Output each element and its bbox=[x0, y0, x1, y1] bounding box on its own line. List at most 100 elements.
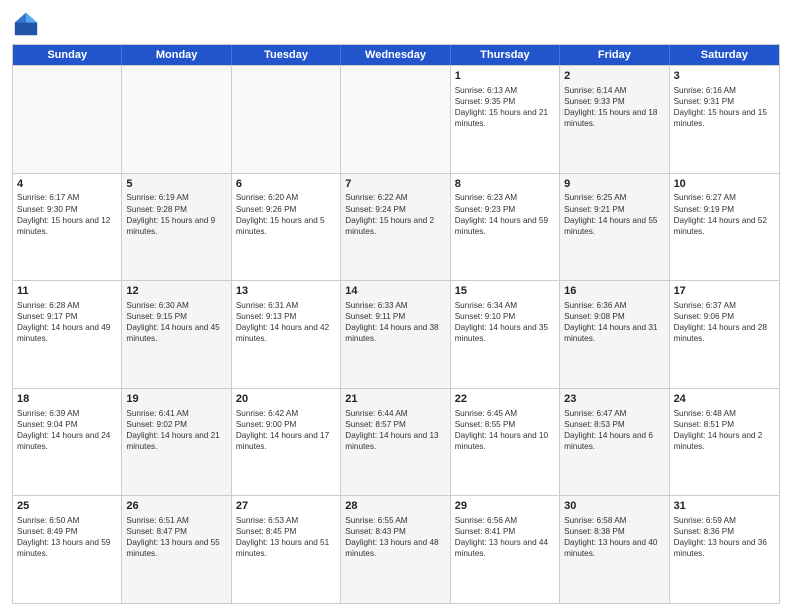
day-number: 7 bbox=[345, 177, 445, 192]
cal-cell bbox=[13, 66, 122, 173]
cal-cell: 27Sunrise: 6:53 AMSunset: 8:45 PMDayligh… bbox=[232, 496, 341, 603]
header-day-friday: Friday bbox=[560, 45, 669, 65]
cell-info: Sunrise: 6:28 AMSunset: 9:17 PMDaylight:… bbox=[17, 300, 117, 344]
cal-cell: 17Sunrise: 6:37 AMSunset: 9:06 PMDayligh… bbox=[670, 281, 779, 388]
day-number: 26 bbox=[126, 499, 226, 514]
cell-info: Sunrise: 6:23 AMSunset: 9:23 PMDaylight:… bbox=[455, 192, 555, 236]
cell-info: Sunrise: 6:55 AMSunset: 8:43 PMDaylight:… bbox=[345, 515, 445, 559]
cal-cell: 23Sunrise: 6:47 AMSunset: 8:53 PMDayligh… bbox=[560, 389, 669, 496]
week-row-5: 25Sunrise: 6:50 AMSunset: 8:49 PMDayligh… bbox=[13, 495, 779, 603]
cal-cell bbox=[122, 66, 231, 173]
cal-cell: 4Sunrise: 6:17 AMSunset: 9:30 PMDaylight… bbox=[13, 174, 122, 281]
day-number: 14 bbox=[345, 284, 445, 299]
cell-info: Sunrise: 6:56 AMSunset: 8:41 PMDaylight:… bbox=[455, 515, 555, 559]
cell-info: Sunrise: 6:14 AMSunset: 9:33 PMDaylight:… bbox=[564, 85, 664, 129]
page-container: SundayMondayTuesdayWednesdayThursdayFrid… bbox=[0, 0, 792, 612]
cell-info: Sunrise: 6:34 AMSunset: 9:10 PMDaylight:… bbox=[455, 300, 555, 344]
cell-info: Sunrise: 6:17 AMSunset: 9:30 PMDaylight:… bbox=[17, 192, 117, 236]
cal-cell: 15Sunrise: 6:34 AMSunset: 9:10 PMDayligh… bbox=[451, 281, 560, 388]
cal-cell: 3Sunrise: 6:16 AMSunset: 9:31 PMDaylight… bbox=[670, 66, 779, 173]
day-number: 31 bbox=[674, 499, 775, 514]
day-number: 2 bbox=[564, 69, 664, 84]
logo bbox=[12, 10, 44, 38]
day-number: 22 bbox=[455, 392, 555, 407]
day-number: 1 bbox=[455, 69, 555, 84]
cell-info: Sunrise: 6:37 AMSunset: 9:06 PMDaylight:… bbox=[674, 300, 775, 344]
header-day-sunday: Sunday bbox=[13, 45, 122, 65]
cal-cell: 29Sunrise: 6:56 AMSunset: 8:41 PMDayligh… bbox=[451, 496, 560, 603]
cal-cell: 18Sunrise: 6:39 AMSunset: 9:04 PMDayligh… bbox=[13, 389, 122, 496]
cal-cell: 2Sunrise: 6:14 AMSunset: 9:33 PMDaylight… bbox=[560, 66, 669, 173]
day-number: 16 bbox=[564, 284, 664, 299]
cell-info: Sunrise: 6:42 AMSunset: 9:00 PMDaylight:… bbox=[236, 408, 336, 452]
cell-info: Sunrise: 6:39 AMSunset: 9:04 PMDaylight:… bbox=[17, 408, 117, 452]
cell-info: Sunrise: 6:45 AMSunset: 8:55 PMDaylight:… bbox=[455, 408, 555, 452]
header-day-saturday: Saturday bbox=[670, 45, 779, 65]
day-number: 13 bbox=[236, 284, 336, 299]
cal-cell: 7Sunrise: 6:22 AMSunset: 9:24 PMDaylight… bbox=[341, 174, 450, 281]
cell-info: Sunrise: 6:53 AMSunset: 8:45 PMDaylight:… bbox=[236, 515, 336, 559]
cell-info: Sunrise: 6:19 AMSunset: 9:28 PMDaylight:… bbox=[126, 192, 226, 236]
week-row-4: 18Sunrise: 6:39 AMSunset: 9:04 PMDayligh… bbox=[13, 388, 779, 496]
cell-info: Sunrise: 6:41 AMSunset: 9:02 PMDaylight:… bbox=[126, 408, 226, 452]
cell-info: Sunrise: 6:58 AMSunset: 8:38 PMDaylight:… bbox=[564, 515, 664, 559]
cal-cell: 13Sunrise: 6:31 AMSunset: 9:13 PMDayligh… bbox=[232, 281, 341, 388]
header-day-monday: Monday bbox=[122, 45, 231, 65]
day-number: 15 bbox=[455, 284, 555, 299]
header-day-thursday: Thursday bbox=[451, 45, 560, 65]
cal-cell bbox=[232, 66, 341, 173]
day-number: 12 bbox=[126, 284, 226, 299]
cell-info: Sunrise: 6:13 AMSunset: 9:35 PMDaylight:… bbox=[455, 85, 555, 129]
week-row-1: 1Sunrise: 6:13 AMSunset: 9:35 PMDaylight… bbox=[13, 65, 779, 173]
day-number: 24 bbox=[674, 392, 775, 407]
cell-info: Sunrise: 6:22 AMSunset: 9:24 PMDaylight:… bbox=[345, 192, 445, 236]
header-day-tuesday: Tuesday bbox=[232, 45, 341, 65]
day-number: 27 bbox=[236, 499, 336, 514]
day-number: 17 bbox=[674, 284, 775, 299]
cell-info: Sunrise: 6:51 AMSunset: 8:47 PMDaylight:… bbox=[126, 515, 226, 559]
cell-info: Sunrise: 6:30 AMSunset: 9:15 PMDaylight:… bbox=[126, 300, 226, 344]
cal-cell: 30Sunrise: 6:58 AMSunset: 8:38 PMDayligh… bbox=[560, 496, 669, 603]
cell-info: Sunrise: 6:33 AMSunset: 9:11 PMDaylight:… bbox=[345, 300, 445, 344]
day-number: 11 bbox=[17, 284, 117, 299]
week-row-2: 4Sunrise: 6:17 AMSunset: 9:30 PMDaylight… bbox=[13, 173, 779, 281]
cell-info: Sunrise: 6:16 AMSunset: 9:31 PMDaylight:… bbox=[674, 85, 775, 129]
day-number: 20 bbox=[236, 392, 336, 407]
week-row-3: 11Sunrise: 6:28 AMSunset: 9:17 PMDayligh… bbox=[13, 280, 779, 388]
day-number: 9 bbox=[564, 177, 664, 192]
cell-info: Sunrise: 6:48 AMSunset: 8:51 PMDaylight:… bbox=[674, 408, 775, 452]
day-number: 18 bbox=[17, 392, 117, 407]
header-day-wednesday: Wednesday bbox=[341, 45, 450, 65]
cal-cell bbox=[341, 66, 450, 173]
day-number: 8 bbox=[455, 177, 555, 192]
cell-info: Sunrise: 6:27 AMSunset: 9:19 PMDaylight:… bbox=[674, 192, 775, 236]
cell-info: Sunrise: 6:36 AMSunset: 9:08 PMDaylight:… bbox=[564, 300, 664, 344]
cal-cell: 22Sunrise: 6:45 AMSunset: 8:55 PMDayligh… bbox=[451, 389, 560, 496]
day-number: 30 bbox=[564, 499, 664, 514]
calendar: SundayMondayTuesdayWednesdayThursdayFrid… bbox=[12, 44, 780, 604]
cal-cell: 24Sunrise: 6:48 AMSunset: 8:51 PMDayligh… bbox=[670, 389, 779, 496]
day-number: 19 bbox=[126, 392, 226, 407]
cell-info: Sunrise: 6:20 AMSunset: 9:26 PMDaylight:… bbox=[236, 192, 336, 236]
cal-cell: 19Sunrise: 6:41 AMSunset: 9:02 PMDayligh… bbox=[122, 389, 231, 496]
page-header bbox=[12, 10, 780, 38]
day-number: 29 bbox=[455, 499, 555, 514]
day-number: 25 bbox=[17, 499, 117, 514]
day-number: 6 bbox=[236, 177, 336, 192]
cal-cell: 28Sunrise: 6:55 AMSunset: 8:43 PMDayligh… bbox=[341, 496, 450, 603]
cal-cell: 16Sunrise: 6:36 AMSunset: 9:08 PMDayligh… bbox=[560, 281, 669, 388]
cal-cell: 31Sunrise: 6:59 AMSunset: 8:36 PMDayligh… bbox=[670, 496, 779, 603]
cell-info: Sunrise: 6:31 AMSunset: 9:13 PMDaylight:… bbox=[236, 300, 336, 344]
cal-cell: 26Sunrise: 6:51 AMSunset: 8:47 PMDayligh… bbox=[122, 496, 231, 603]
cal-cell: 20Sunrise: 6:42 AMSunset: 9:00 PMDayligh… bbox=[232, 389, 341, 496]
cal-cell: 5Sunrise: 6:19 AMSunset: 9:28 PMDaylight… bbox=[122, 174, 231, 281]
day-number: 4 bbox=[17, 177, 117, 192]
cal-cell: 9Sunrise: 6:25 AMSunset: 9:21 PMDaylight… bbox=[560, 174, 669, 281]
cal-cell: 21Sunrise: 6:44 AMSunset: 8:57 PMDayligh… bbox=[341, 389, 450, 496]
cal-cell: 11Sunrise: 6:28 AMSunset: 9:17 PMDayligh… bbox=[13, 281, 122, 388]
cal-cell: 8Sunrise: 6:23 AMSunset: 9:23 PMDaylight… bbox=[451, 174, 560, 281]
day-number: 21 bbox=[345, 392, 445, 407]
cell-info: Sunrise: 6:47 AMSunset: 8:53 PMDaylight:… bbox=[564, 408, 664, 452]
cal-cell: 12Sunrise: 6:30 AMSunset: 9:15 PMDayligh… bbox=[122, 281, 231, 388]
cell-info: Sunrise: 6:59 AMSunset: 8:36 PMDaylight:… bbox=[674, 515, 775, 559]
